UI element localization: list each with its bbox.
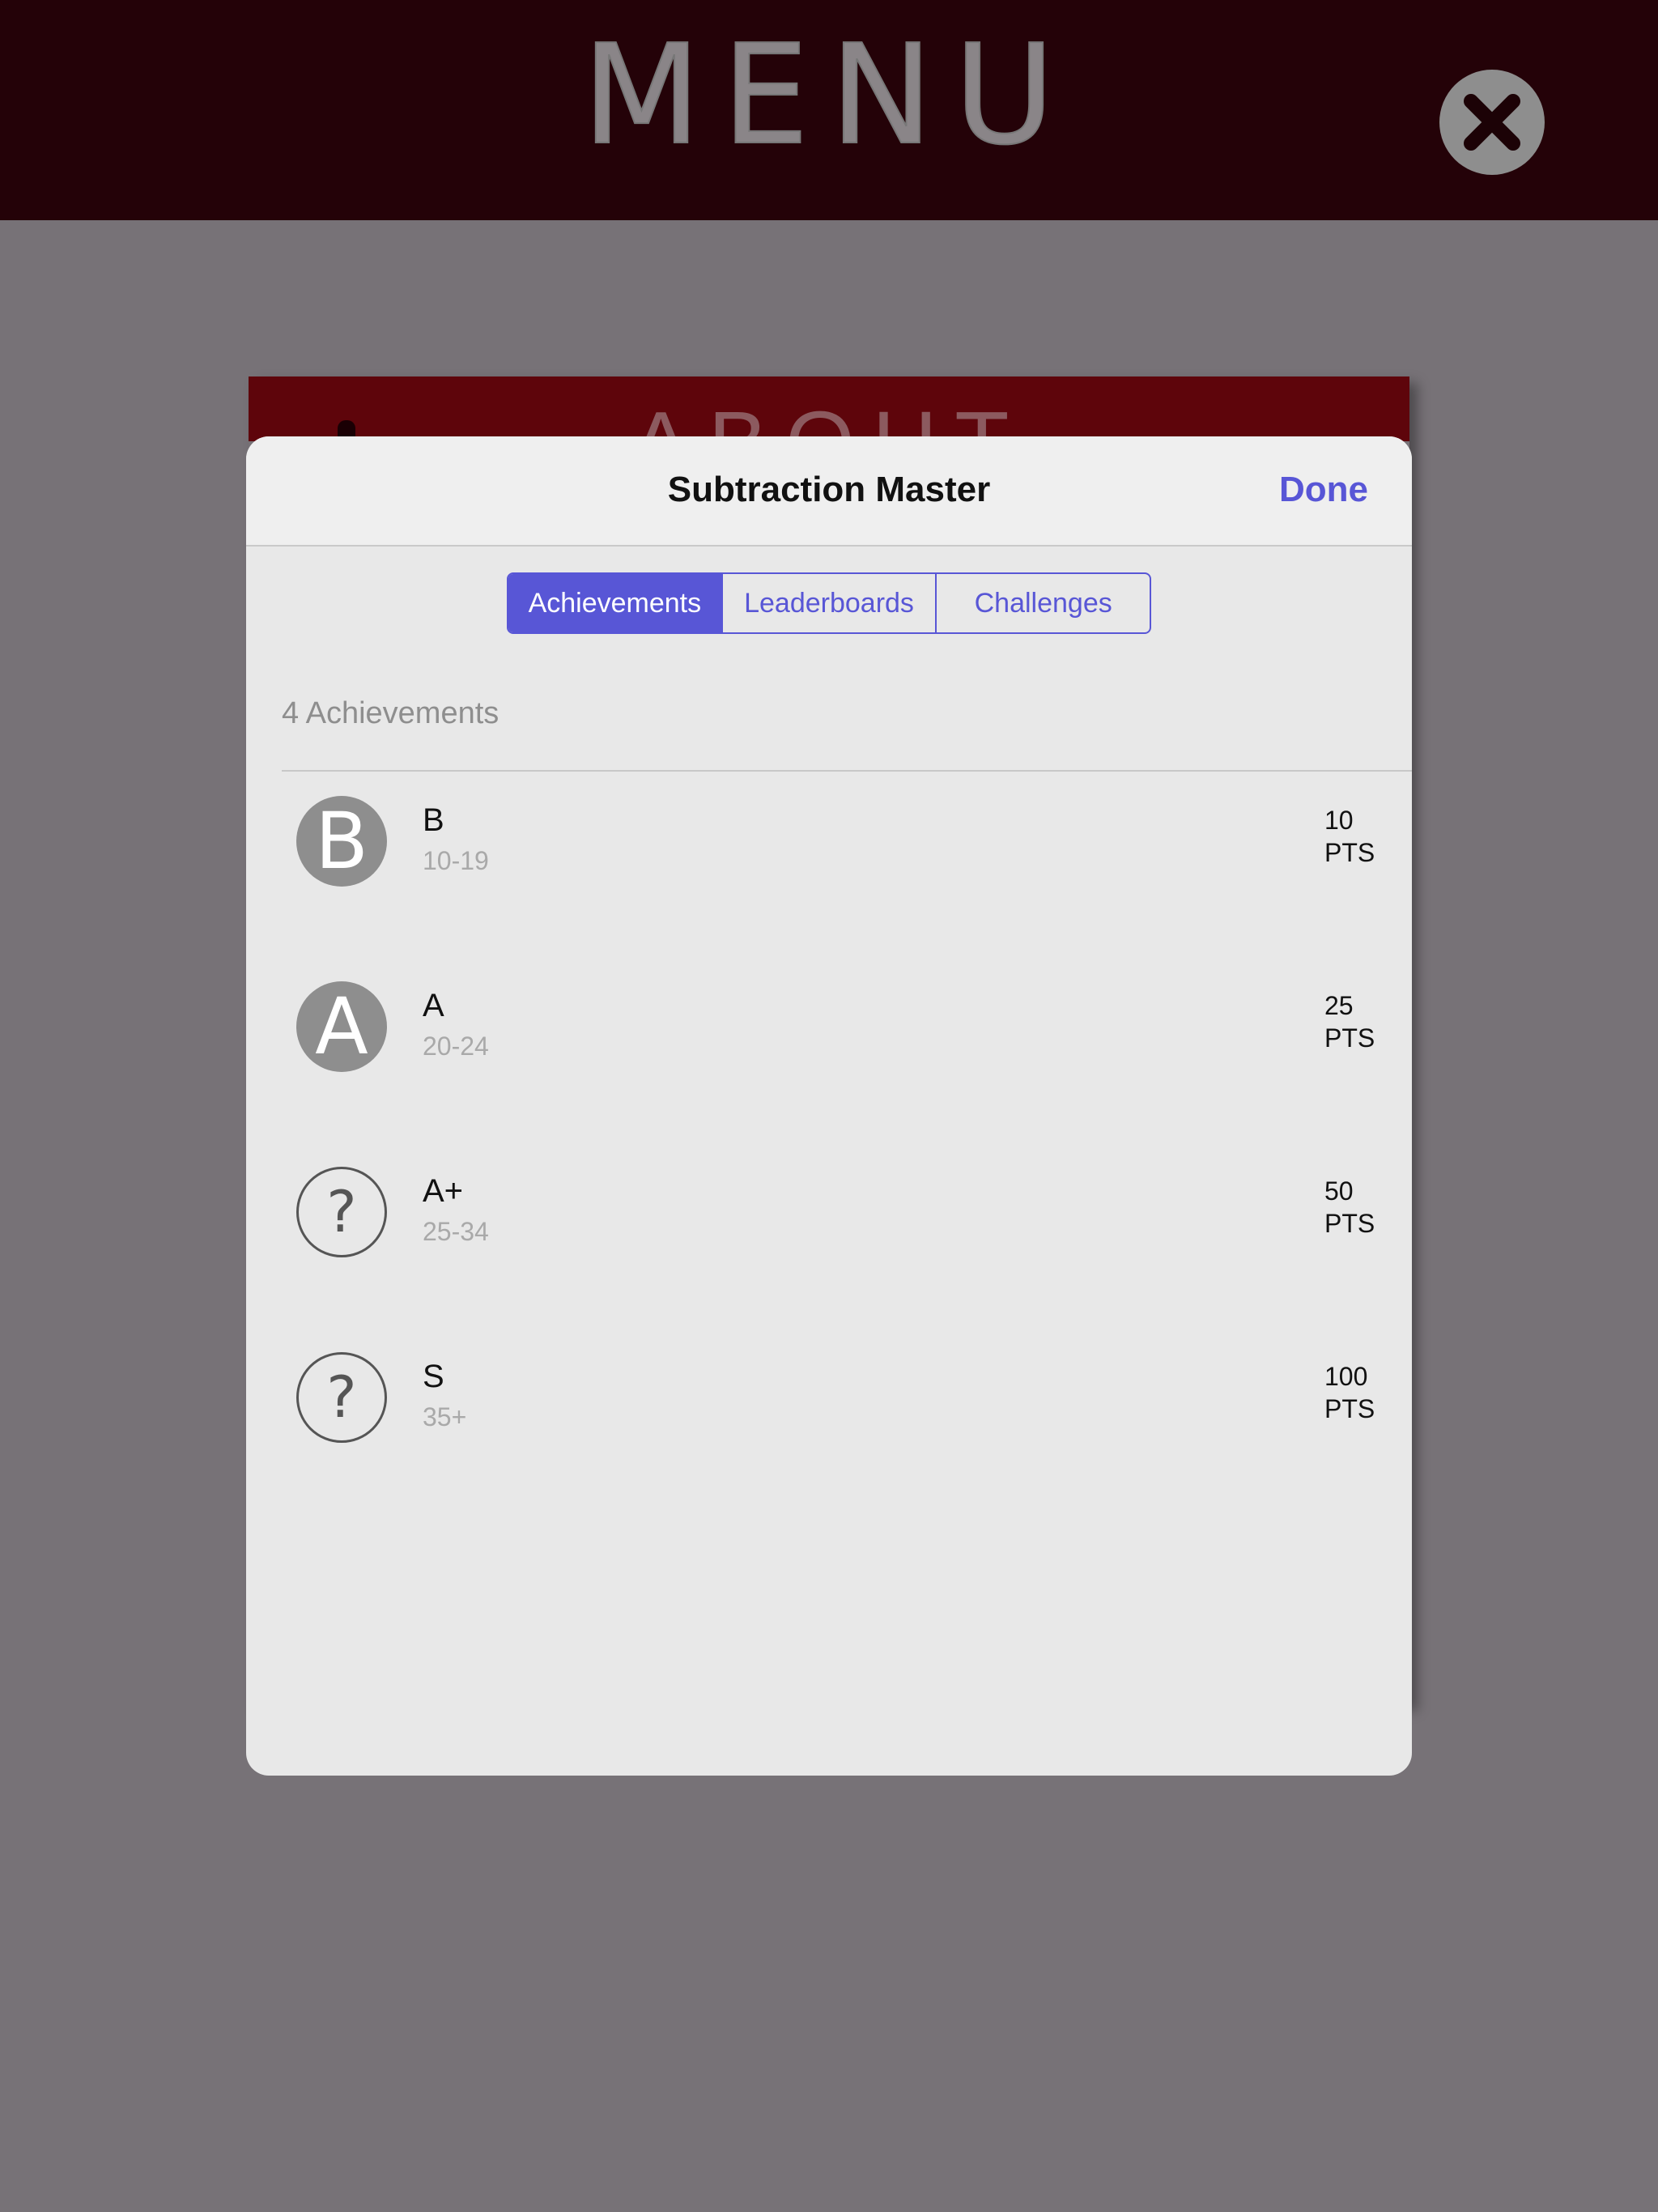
achievement-range: 25-34 [423, 1217, 489, 1246]
achievement-row[interactable]: ? A+ 25-34 50 PTS [246, 1167, 1412, 1329]
achievement-title: S [423, 1359, 444, 1394]
section-header: 4 Achievements [282, 696, 500, 730]
tab-leaderboards[interactable]: Leaderboards [721, 574, 936, 632]
points-value: 50 [1324, 1176, 1354, 1206]
achievement-title: A+ [423, 1173, 464, 1209]
close-icon [1464, 94, 1520, 151]
points-value: 25 [1324, 991, 1354, 1020]
points-value: 100 [1324, 1362, 1368, 1391]
points-unit: PTS [1324, 838, 1375, 867]
locked-achievement-icon: ? [296, 1352, 387, 1443]
achievement-points: 25 PTS [1324, 989, 1376, 1054]
locked-achievement-icon: ? [296, 1167, 387, 1257]
points-value: 10 [1324, 806, 1354, 835]
achievement-points: 100 PTS [1324, 1360, 1376, 1425]
modal-header: Subtraction Master Done [246, 436, 1412, 547]
achievement-points: 50 PTS [1324, 1175, 1376, 1240]
achievement-title: B [423, 802, 444, 838]
achievement-range: 35+ [423, 1402, 467, 1431]
achievement-range: 10-19 [423, 846, 489, 875]
points-unit: PTS [1324, 1394, 1375, 1423]
tab-challenges[interactable]: Challenges [935, 574, 1150, 632]
achievement-row[interactable]: ? S 35+ 100 PTS [246, 1352, 1412, 1514]
question-mark-icon: ? [326, 1179, 357, 1245]
menu-bar: MENU [0, 0, 1658, 220]
achievement-badge: B [296, 796, 387, 887]
points-unit: PTS [1324, 1023, 1375, 1053]
background-card-header: ABOUT [249, 376, 1409, 441]
menu-title: MENU [581, 15, 1076, 177]
points-unit: PTS [1324, 1209, 1375, 1238]
badge-letter: B [315, 796, 368, 887]
achievement-range: 20-24 [423, 1032, 489, 1061]
background-card-title: ABOUT [249, 399, 1409, 442]
achievement-row[interactable]: A A 20-24 25 PTS [246, 981, 1412, 1143]
question-mark-icon: ? [326, 1364, 357, 1431]
achievement-points: 10 PTS [1324, 804, 1376, 869]
achievement-row[interactable]: B B 10-19 10 PTS [246, 796, 1412, 958]
achievement-badge: A [296, 981, 387, 1072]
segmented-control: Achievements Leaderboards Challenges [507, 572, 1151, 634]
close-menu-button[interactable] [1439, 70, 1545, 175]
achievement-title: A [423, 988, 444, 1023]
modal-title: Subtraction Master [667, 470, 991, 509]
badge-letter: A [315, 981, 368, 1072]
achievements-modal: Subtraction Master Done Achievements Lea… [246, 436, 1412, 1776]
tab-achievements[interactable]: Achievements [508, 574, 721, 632]
done-button[interactable]: Done [1279, 467, 1368, 513]
